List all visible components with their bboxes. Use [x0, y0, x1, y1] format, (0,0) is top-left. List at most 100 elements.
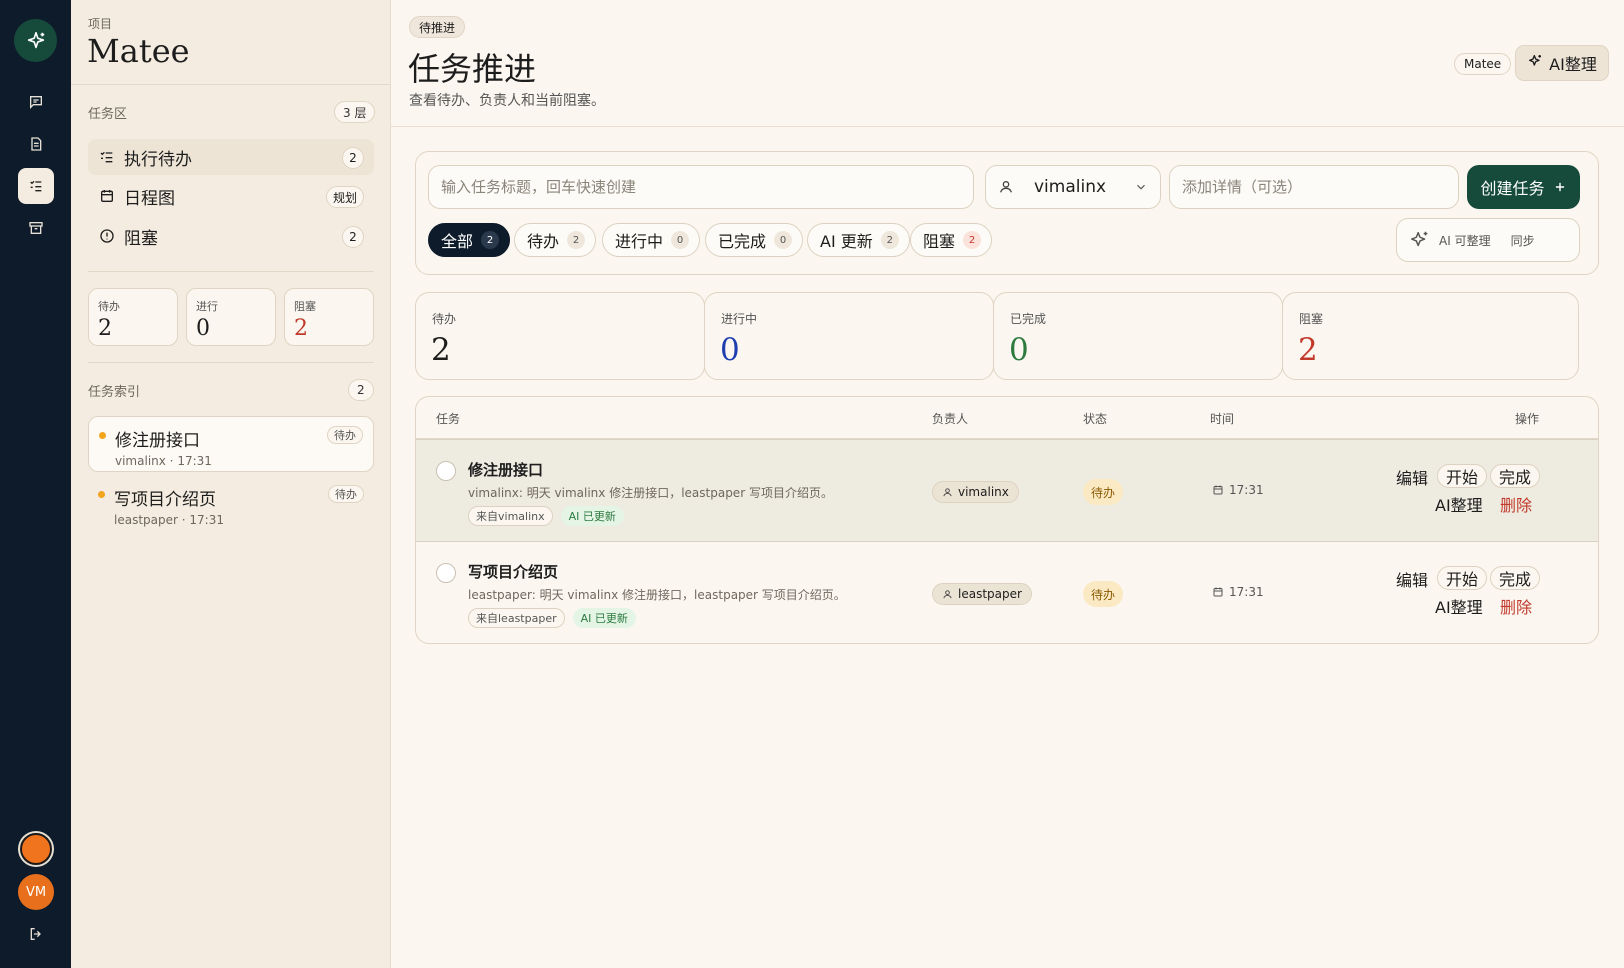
- ai-organize-row-button[interactable]: AI整理: [1435, 594, 1483, 618]
- delete-button[interactable]: 删除: [1500, 492, 1532, 516]
- calendar-icon: [98, 187, 116, 205]
- sidebar-item-label: 执行待办: [124, 149, 192, 170]
- complete-button[interactable]: 完成: [1490, 464, 1541, 488]
- logout-icon[interactable]: [24, 922, 48, 946]
- column-header-status: 状态: [1083, 412, 1108, 426]
- mini-stat-value: 2: [294, 316, 308, 341]
- tab-count: 2: [963, 231, 982, 249]
- table-row[interactable]: 写项目介绍页 leastpaper: 明天 vimalinx 修注册接口，lea…: [416, 542, 1598, 643]
- plan-badge: 规划: [325, 186, 364, 208]
- create-task-label: 创建任务: [1480, 179, 1545, 198]
- user-icon: [998, 179, 1014, 195]
- tab-blocked[interactable]: 阻塞 2: [910, 223, 993, 257]
- create-task-button[interactable]: 创建任务: [1467, 165, 1580, 209]
- list-item-meta: leastpaper · 17:31: [114, 513, 224, 527]
- sync-button[interactable]: 同步: [1511, 232, 1535, 249]
- task-table: 任务 负责人 状态 时间 操作 修注册接口 vimalinx: 明天 vimal…: [415, 396, 1599, 644]
- complete-button[interactable]: 完成: [1490, 566, 1541, 590]
- divider: [88, 271, 374, 272]
- task-title-field[interactable]: [428, 165, 974, 209]
- column-header-task: 任务: [436, 412, 461, 426]
- task-time: 17:31: [1212, 483, 1264, 497]
- list-item[interactable]: 写项目介绍页 leastpaper · 17:31 待办: [88, 476, 374, 532]
- task-detail-field[interactable]: [1169, 165, 1459, 209]
- icon-rail: VM: [0, 0, 71, 968]
- tab-in-progress[interactable]: 进行中 0: [602, 223, 701, 257]
- main-content: 待推进 任务推进 查看待办、负责人和当前阻塞。 Matee AI整理 vimal…: [391, 0, 1624, 968]
- mini-stat-progress: 进行 0: [186, 288, 276, 346]
- column-header-owner: 负责人: [932, 412, 969, 426]
- task-description: vimalinx: 明天 vimalinx 修注册接口，leastpaper 写…: [468, 486, 833, 500]
- mini-stat-label: 阻塞: [294, 300, 316, 313]
- ai-organize-button[interactable]: AI整理: [1515, 45, 1609, 81]
- task-area-badge: 3 层: [334, 101, 376, 123]
- stat-value: 2: [1298, 332, 1318, 368]
- mini-stat-label: 待办: [98, 300, 120, 313]
- sidebar-item-label: 阻塞: [124, 228, 158, 249]
- task-index-title: 任务索引: [88, 385, 141, 400]
- tab-count: 2: [567, 231, 586, 249]
- sidebar-item-schedule[interactable]: 日程图 规划: [88, 178, 374, 214]
- tab-label: 进行中: [615, 232, 664, 251]
- list-item-title: 写项目介绍页: [114, 490, 216, 510]
- sparkle-icon: [1409, 229, 1431, 251]
- sidebar-item-todo[interactable]: 执行待办 2: [88, 139, 374, 175]
- mini-stat-value: 0: [196, 316, 210, 341]
- complete-checkbox[interactable]: [436, 461, 456, 481]
- list-item[interactable]: 修注册接口 vimalinx · 17:31 待办: [88, 416, 374, 472]
- page-title: 任务推进: [408, 50, 537, 88]
- ai-sync-label: AI 可整理: [1439, 233, 1491, 248]
- chat-icon[interactable]: [18, 84, 54, 120]
- avatar[interactable]: VM: [18, 874, 54, 910]
- document-icon[interactable]: [18, 126, 54, 162]
- ai-organize-row-button[interactable]: AI整理: [1435, 492, 1483, 516]
- start-button[interactable]: 开始: [1437, 464, 1488, 488]
- complete-checkbox[interactable]: [436, 563, 456, 583]
- tab-done[interactable]: 已完成 0: [705, 223, 804, 257]
- checklist-icon: [98, 148, 116, 166]
- start-button[interactable]: 开始: [1437, 566, 1488, 590]
- mini-stat-label: 进行: [196, 300, 218, 313]
- stat-value: 0: [720, 332, 740, 368]
- tab-ai-updated[interactable]: AI 更新 2: [807, 223, 910, 257]
- column-header-time: 时间: [1210, 412, 1235, 426]
- task-detail-input[interactable]: [1182, 178, 1458, 196]
- sparkle-icon: [1527, 53, 1543, 73]
- task-list-icon[interactable]: [18, 168, 54, 204]
- table-row[interactable]: 修注册接口 vimalinx: 明天 vimalinx 修注册接口，leastp…: [416, 439, 1598, 542]
- sparkle-logo-icon[interactable]: [14, 19, 57, 62]
- user-icon: [943, 487, 952, 496]
- tab-count: 0: [774, 231, 793, 249]
- status-dot: [98, 491, 105, 498]
- delete-button[interactable]: 删除: [1500, 594, 1532, 618]
- edit-button[interactable]: 编辑: [1396, 465, 1428, 489]
- sidebar-item-blocked[interactable]: 阻塞 2: [88, 218, 374, 254]
- stat-label: 待办: [432, 312, 457, 326]
- tab-all[interactable]: 全部 2: [428, 223, 511, 257]
- time-value: 17:31: [1229, 585, 1264, 599]
- tab-label: 全部: [441, 232, 474, 251]
- tab-todo[interactable]: 待办 2: [514, 223, 597, 257]
- plus-icon: [1553, 180, 1567, 194]
- list-item-meta: vimalinx · 17:31: [115, 454, 212, 468]
- source-tag: 来自leastpaper: [468, 608, 565, 628]
- project-sidebar: 项目 Matee 任务区 3 层 执行待办 2 日程图 规划 阻塞 2 待办 2…: [71, 0, 391, 968]
- status-dot: [99, 432, 106, 439]
- task-time: 17:31: [1212, 585, 1264, 599]
- edit-button[interactable]: 编辑: [1396, 567, 1428, 591]
- section-pill: 待推进: [409, 16, 466, 38]
- task-title-input[interactable]: [441, 178, 973, 196]
- sidebar-item-label: 日程图: [124, 188, 175, 209]
- status-color-swatch[interactable]: [20, 833, 52, 865]
- stat-label: 已完成: [1010, 312, 1047, 326]
- status-badge: 待办: [1083, 581, 1124, 607]
- time-value: 17:31: [1229, 483, 1264, 497]
- owner-name: leastpaper: [958, 587, 1022, 601]
- alert-circle-icon: [98, 227, 116, 245]
- count-badge: 2: [342, 226, 364, 248]
- mini-stat-todo: 待办 2: [88, 288, 178, 346]
- assignee-select[interactable]: vimalinx: [985, 165, 1161, 209]
- archive-icon[interactable]: [18, 210, 54, 246]
- tab-label: 阻塞: [923, 232, 956, 251]
- ai-sync-control[interactable]: AI 可整理 同步: [1396, 218, 1580, 262]
